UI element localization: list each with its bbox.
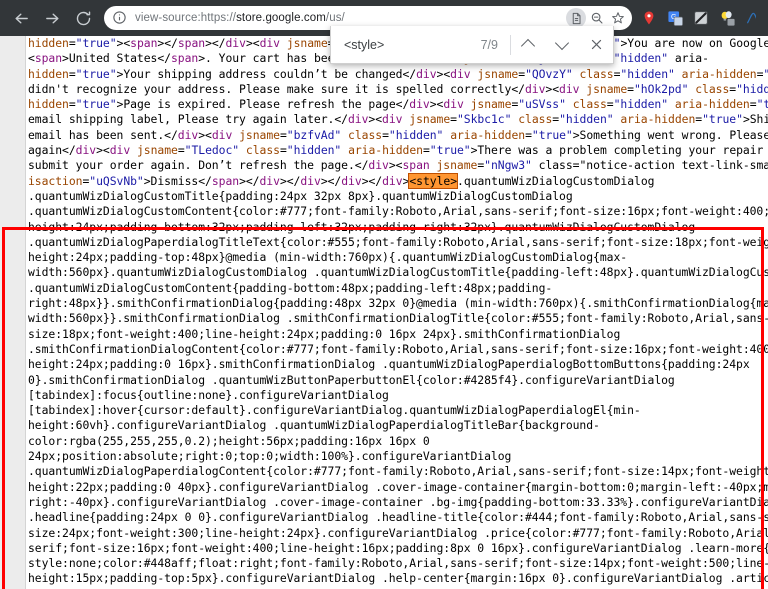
dark-slash-icon[interactable] <box>688 5 714 31</box>
zoom-out-magnifier-icon[interactable] <box>587 8 607 28</box>
reading-list-page-icon[interactable] <box>566 8 586 28</box>
source-line: .headline{padding:24px 0 0}.configureVar… <box>28 510 768 525</box>
source-line: height:24px;padding:0 16px}.smithConfirm… <box>28 357 750 372</box>
find-match-highlight: <style> <box>408 172 459 189</box>
source-line: style:none;color:#448aff;float:right;fon… <box>28 556 768 571</box>
source-line: size:24px;font-weight:300;line-height:24… <box>28 525 768 540</box>
source-line: [tabindex]:focus{outline:none}.configure… <box>28 387 389 402</box>
source-line: submit your order again. Don’t refresh t… <box>28 158 768 173</box>
extensions-bar: G <box>636 5 768 31</box>
arrow-right-icon <box>45 13 59 23</box>
find-previous-button[interactable] <box>511 27 545 63</box>
reload-button[interactable] <box>70 5 96 31</box>
lightbulb-icon[interactable] <box>714 5 740 31</box>
find-next-button[interactable] <box>545 27 579 63</box>
translate-icon[interactable]: G <box>662 5 688 31</box>
forward-button[interactable] <box>39 5 65 31</box>
source-line: isaction="uQSvNb">Dismiss</span></div></… <box>28 172 655 189</box>
source-line: .quantumWizDialogCustomContent{padding-b… <box>28 280 553 295</box>
back-button[interactable] <box>8 5 34 31</box>
find-in-page-bar: 7/9 <box>330 26 614 64</box>
reload-icon <box>76 11 90 25</box>
source-line: .quantumWizDialogCustomTitle{padding:24p… <box>28 188 573 203</box>
source-line: email shipping label, Please try again l… <box>28 112 768 127</box>
source-line: color:rgba(255,255,255,0.2);height:56px;… <box>28 433 430 448</box>
source-line: .smithConfirmationDialogContent{color:#7… <box>28 341 768 356</box>
source-line: hidden="true">Your shipping address coul… <box>28 66 768 81</box>
source-code-text[interactable]: hidden="true"><span></span></div><div js… <box>28 36 768 589</box>
source-line: 24px;position:absolute;right:0;top:0;wid… <box>28 449 512 464</box>
view-source-page[interactable]: hidden="true"><span></span></div><div js… <box>0 36 768 589</box>
url-host: store.google.com <box>236 12 326 24</box>
chevron-down-icon <box>554 35 570 51</box>
source-line: 0}.smithConfirmationDialog .quantumWizBu… <box>28 372 675 387</box>
find-input[interactable] <box>331 36 481 53</box>
source-line: size:18px;font-weight:400;line-height:24… <box>28 326 621 341</box>
source-line: height:24px;padding-bottom:32px;padding-… <box>28 219 696 234</box>
close-x-icon <box>591 39 601 50</box>
chevron-up-icon <box>520 38 536 54</box>
line-number-gutter <box>0 36 26 589</box>
source-line: height:22px;padding:0 40px}.configureVar… <box>28 479 768 494</box>
bookmark-star-icon[interactable] <box>608 8 628 28</box>
location-pin-icon[interactable] <box>636 5 662 31</box>
source-line: width:560px}}.smithConfirmationDialog .s… <box>28 311 768 326</box>
source-line: [tabindex]:hover{cursor:default}.configu… <box>28 403 641 418</box>
source-line: height:24px;padding-top:48px}@media (min… <box>28 250 628 265</box>
find-close-button[interactable] <box>579 27 613 63</box>
source-line: .quantumWizDialogPaperdialogContent{colo… <box>28 464 768 479</box>
source-line: didn't recognize your address. Please ma… <box>28 81 768 96</box>
source-line: hidden="true">Page is expired. Please re… <box>28 97 768 112</box>
source-line: right:48px}}.smithConfirmationDialog{pad… <box>28 296 768 311</box>
source-line: serif;font-size:16px;font-weight:400;lin… <box>28 540 768 555</box>
source-line: .quantumWizDialogCustomContent{color:#77… <box>28 204 768 219</box>
toolbar-right-edge <box>756 0 768 36</box>
source-line: height:60vh}.configureVariantDialog .qua… <box>28 418 600 433</box>
source-line: width:560px}.quantumWizDialogCustomDialo… <box>28 265 768 280</box>
source-line: height:15px;padding-top:5px}.configureVa… <box>28 571 768 586</box>
url-scheme: view-source:https:// <box>135 12 237 24</box>
url-path: /us/ <box>325 12 345 24</box>
find-match-counter: 7/9 <box>480 37 498 52</box>
source-line: email has been sent.</div><div jsname="b… <box>28 127 768 142</box>
arrow-left-icon <box>14 13 28 23</box>
source-line: right:-40px}.configureVariantDialog .cov… <box>28 494 768 509</box>
source-line: .quantumWizDialogPaperdialogTitleText{co… <box>28 234 768 249</box>
source-line: again</div><div jsname="TLedoc" class="h… <box>28 143 764 158</box>
info-circle-icon[interactable] <box>112 10 128 26</box>
